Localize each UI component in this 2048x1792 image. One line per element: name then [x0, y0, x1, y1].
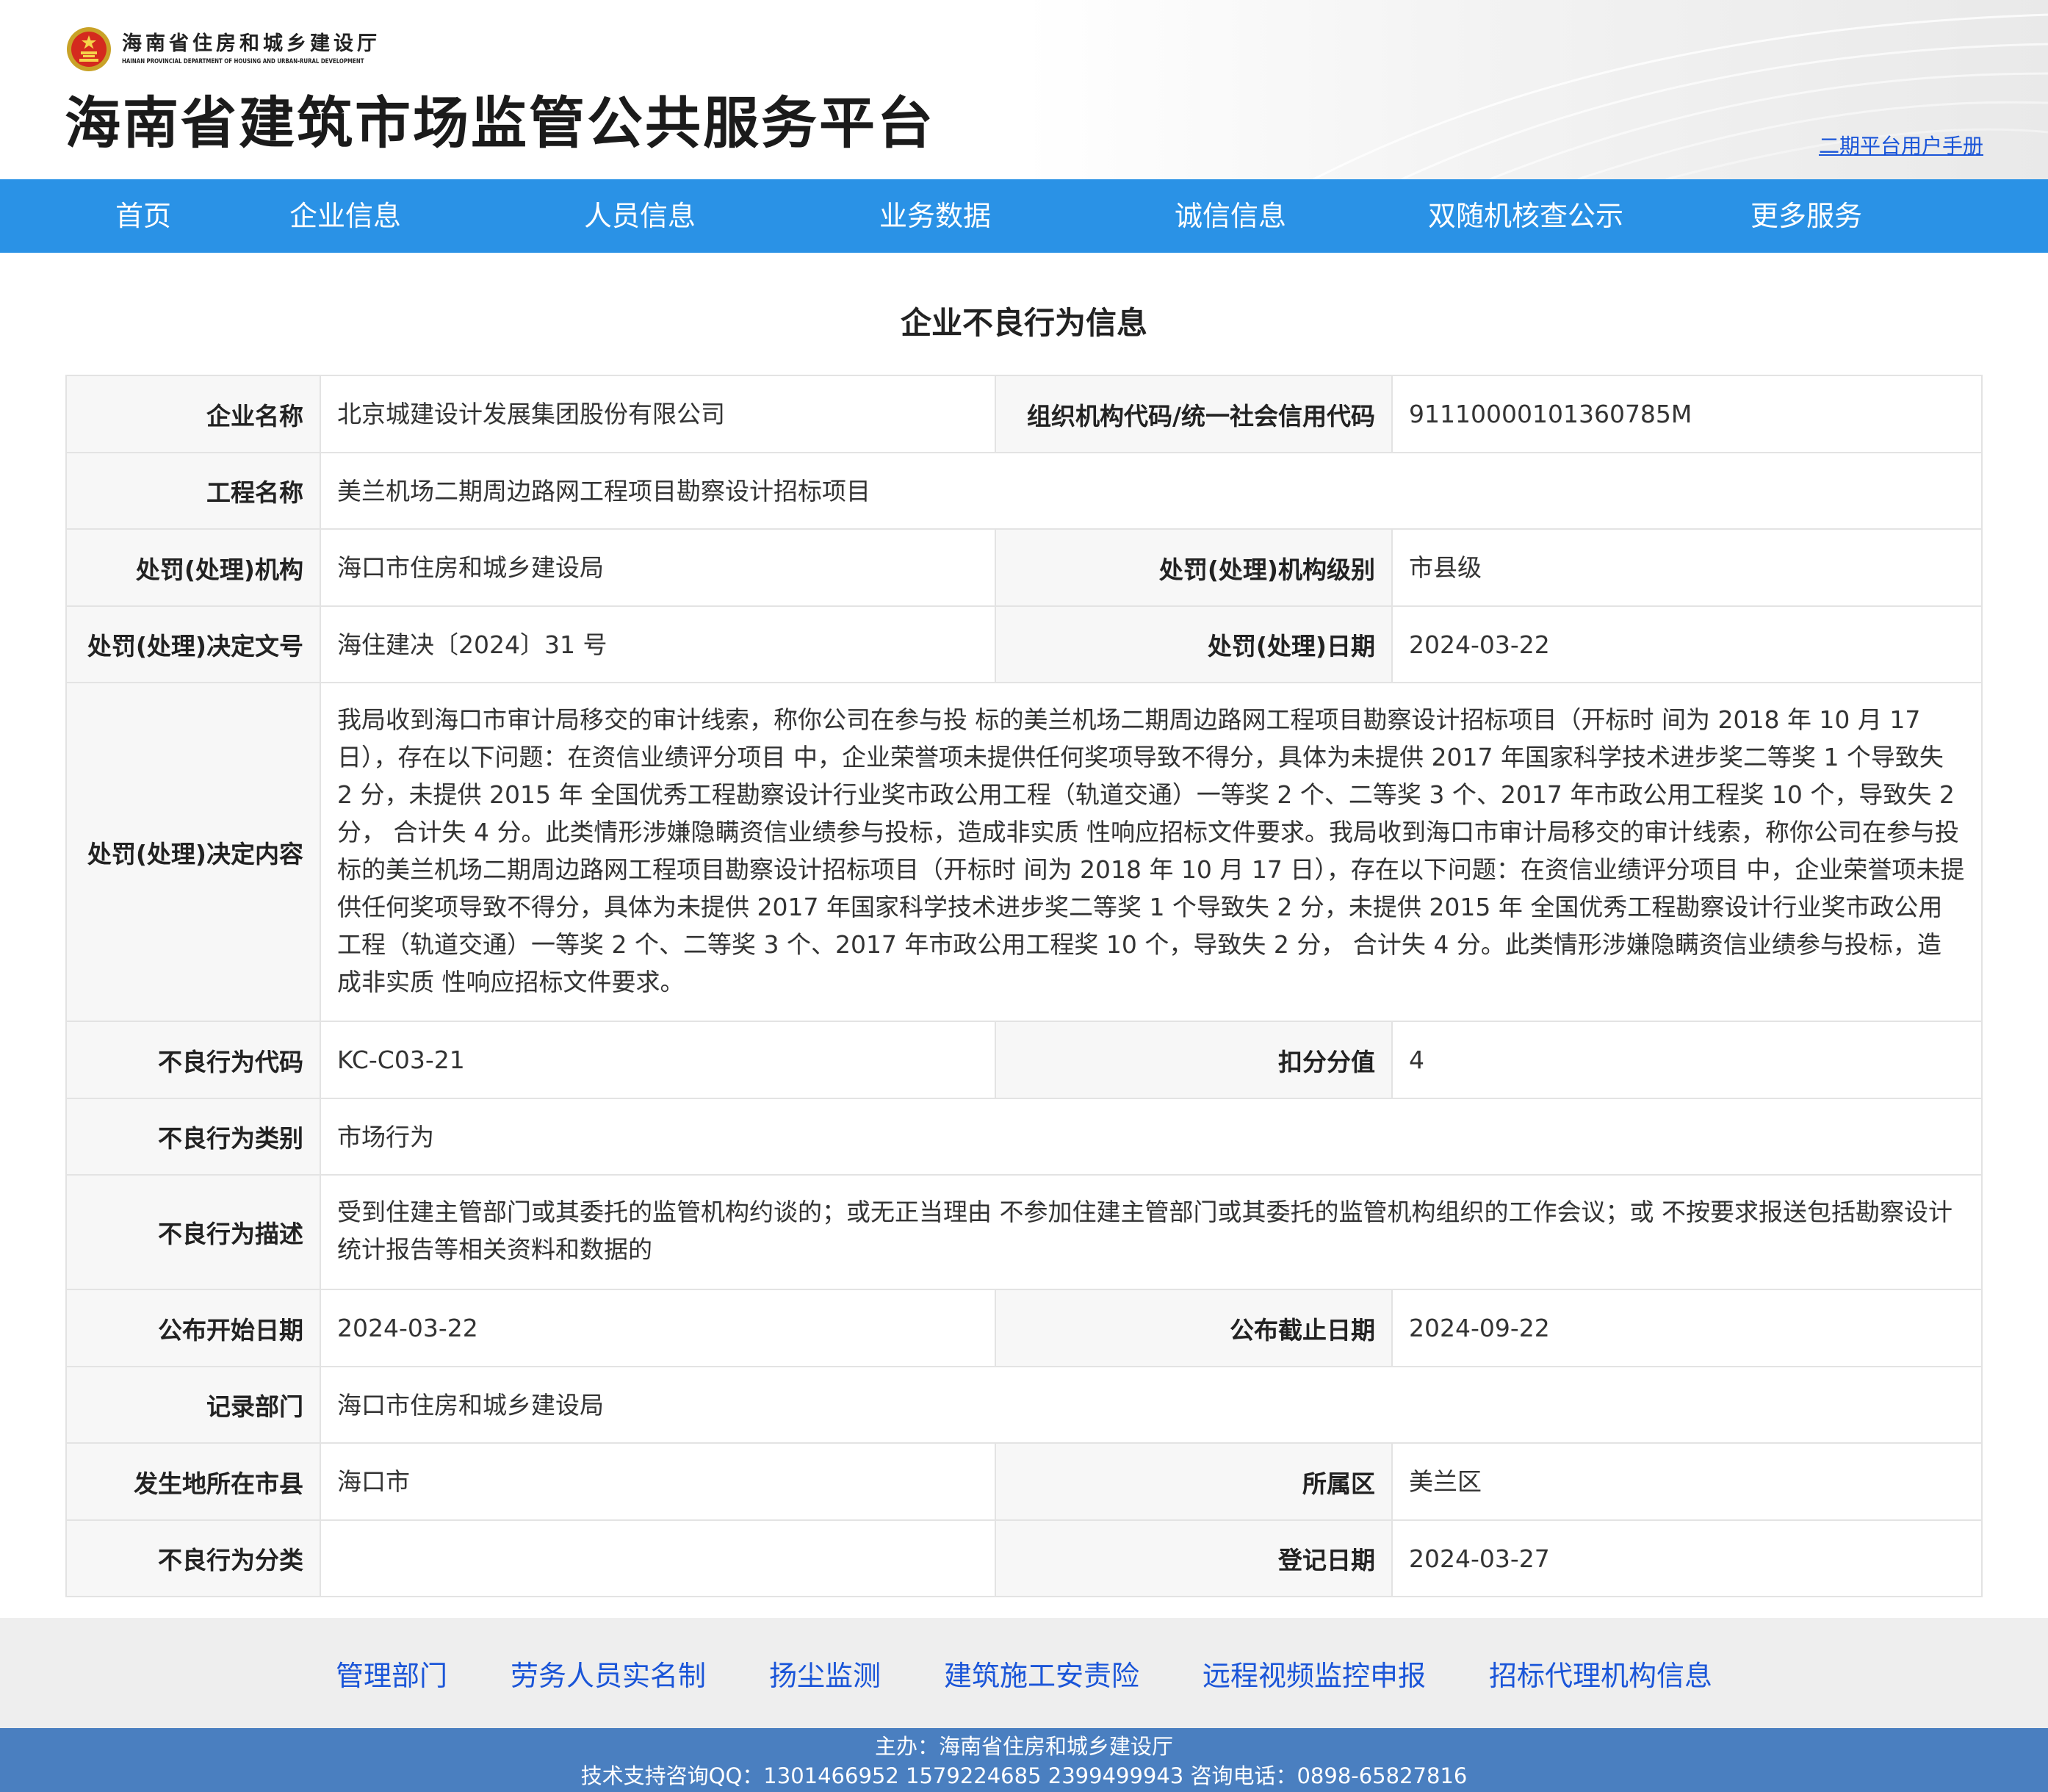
city-value: 海口市 [320, 1442, 996, 1521]
table-row: 不良行为代码 KC-C03-21 扣分分值 4 [65, 1021, 1983, 1099]
page-title: 企业不良行为信息 [900, 305, 1147, 341]
penalty-org-value: 海口市住房和城乡建设局 [320, 528, 996, 607]
org-code-label: 组织机构代码/统一社会信用代码 [995, 375, 1393, 453]
table-row: 公布开始日期 2024-03-22 公布截止日期 2024-09-22 [65, 1289, 1983, 1367]
table-row: 发生地所在市县 海口市 所属区 美兰区 [65, 1442, 1983, 1521]
nav-item-credit-info[interactable]: 诚信信息 [1157, 179, 1304, 253]
publish-end-value: 2024-09-22 [1391, 1289, 1983, 1367]
department-name-en: HAINAN PROVINCIAL DEPARTMENT OF HOUSING … [122, 58, 364, 65]
nav-item-company-info[interactable]: 企业信息 [272, 179, 419, 253]
nav-item-more-services[interactable]: 更多服务 [1733, 179, 1880, 253]
register-date-label: 登记日期 [995, 1519, 1393, 1597]
behavior-code-value: KC-C03-21 [320, 1021, 996, 1099]
publish-start-value: 2024-03-22 [320, 1289, 996, 1367]
main-nav: 首页 企业信息 人员信息 业务数据 诚信信息 双随机核查公示 更多服务 [0, 179, 2048, 253]
behavior-class-label: 不良行为分类 [65, 1519, 321, 1597]
sponsor-text: 主办：海南省住房和城乡建设厅 [874, 1734, 1173, 1759]
footer-link-labor-real-name[interactable]: 劳务人员实名制 [511, 1653, 706, 1694]
footer-link-dust-monitoring[interactable]: 扬尘监测 [769, 1653, 881, 1694]
table-row: 处罚(处理)决定内容 我局收到海口市审计局移交的审计线索，称你公司在参与投 标的… [65, 682, 1983, 1022]
nav-item-home[interactable]: 首页 [84, 179, 202, 253]
penalty-org-label: 处罚(处理)机构 [65, 528, 321, 607]
penalty-org-level-value: 市县级 [1391, 528, 1983, 607]
publish-start-label: 公布开始日期 [65, 1289, 321, 1367]
table-row: 处罚(处理)机构 海口市住房和城乡建设局 处罚(处理)机构级别 市县级 [65, 528, 1983, 607]
table-row: 企业名称 北京城建设计发展集团股份有限公司 组织机构代码/统一社会信用代码 91… [65, 375, 1983, 453]
company-name-label: 企业名称 [65, 375, 321, 453]
decision-content-label: 处罚(处理)决定内容 [65, 682, 321, 1022]
bad-behavior-detail-table: 企业名称 北京城建设计发展集团股份有限公司 组织机构代码/统一社会信用代码 91… [65, 375, 1983, 1597]
deduction-label: 扣分分值 [995, 1021, 1393, 1099]
district-label: 所属区 [995, 1442, 1393, 1521]
table-row: 不良行为描述 受到住建主管部门或其委托的监管机构约谈的；或无正当理由 不参加住建… [65, 1174, 1983, 1290]
publish-end-label: 公布截止日期 [995, 1289, 1393, 1367]
district-value: 美兰区 [1391, 1442, 1983, 1521]
nav-item-personnel-info[interactable]: 人员信息 [566, 179, 713, 253]
footer-link-safety-insurance[interactable]: 建筑施工安责险 [944, 1653, 1139, 1694]
register-date-value: 2024-03-27 [1391, 1519, 1983, 1597]
footer-link-bidding-agency[interactable]: 招标代理机构信息 [1489, 1653, 1712, 1694]
city-label: 发生地所在市县 [65, 1442, 321, 1521]
footer-links: 管理部门 劳务人员实名制 扬尘监测 建筑施工安责险 远程视频监控申报 招标代理机… [0, 1618, 2048, 1728]
decision-content-value: 我局收到海口市审计局移交的审计线索，称你公司在参与投 标的美兰机场二期周边路网工… [320, 682, 1983, 1022]
penalty-date-value: 2024-03-22 [1391, 605, 1983, 683]
behavior-desc-label: 不良行为描述 [65, 1174, 321, 1290]
user-manual-link[interactable]: 二期平台用户手册 [1819, 130, 1983, 159]
table-row: 不良行为类别 市场行为 [65, 1098, 1983, 1176]
table-row: 记录部门 海口市住房和城乡建设局 [65, 1366, 1983, 1444]
record-dept-value: 海口市住房和城乡建设局 [320, 1366, 1983, 1444]
department-logo-block: 海南省住房和城乡建设厅 HAINAN PROVINCIAL DEPARTMENT… [66, 26, 432, 72]
penalty-org-level-label: 处罚(处理)机构级别 [995, 528, 1393, 607]
project-name-value: 美兰机场二期周边路网工程项目勘察设计招标项目 [320, 452, 1983, 530]
site-title: 海南省建筑市场监管公共服务平台 [65, 90, 935, 156]
support-text: 技术支持咨询QQ：1301466952 1579224685 239949994… [580, 1763, 1468, 1788]
decision-doc-value: 海住建决〔2024〕31 号 [320, 605, 996, 683]
table-row: 处罚(处理)决定文号 海住建决〔2024〕31 号 处罚(处理)日期 2024-… [65, 605, 1983, 683]
footer-link-video-monitoring[interactable]: 远程视频监控申报 [1203, 1653, 1426, 1694]
nav-item-business-data[interactable]: 业务数据 [862, 179, 1009, 253]
behavior-type-label: 不良行为类别 [65, 1098, 321, 1176]
org-code-value: 91110000101360785M [1391, 375, 1983, 453]
penalty-date-label: 处罚(处理)日期 [995, 605, 1393, 683]
behavior-desc-value: 受到住建主管部门或其委托的监管机构约谈的；或无正当理由 不参加住建主管部门或其委… [320, 1174, 1983, 1290]
nav-item-random-check[interactable]: 双随机核查公示 [1408, 179, 1643, 253]
table-row: 不良行为分类 登记日期 2024-03-27 [65, 1519, 1983, 1597]
footer-link-admin-dept[interactable]: 管理部门 [336, 1653, 447, 1694]
copyright-bar: 主办：海南省住房和城乡建设厅 技术支持咨询QQ：1301466952 15792… [0, 1728, 2048, 1792]
behavior-class-value [320, 1519, 996, 1597]
table-row: 工程名称 美兰机场二期周边路网工程项目勘察设计招标项目 [65, 452, 1983, 530]
department-name-cn: 海南省住房和城乡建设厅 [122, 32, 381, 55]
deduction-value: 4 [1391, 1021, 1983, 1099]
site-header: 海南省住房和城乡建设厅 HAINAN PROVINCIAL DEPARTMENT… [0, 0, 2048, 179]
company-name-value: 北京城建设计发展集团股份有限公司 [320, 375, 996, 453]
national-emblem-icon [67, 27, 111, 71]
record-dept-label: 记录部门 [65, 1366, 321, 1444]
project-name-label: 工程名称 [65, 452, 321, 530]
decision-doc-label: 处罚(处理)决定文号 [65, 605, 321, 683]
behavior-type-value: 市场行为 [320, 1098, 1983, 1176]
behavior-code-label: 不良行为代码 [65, 1021, 321, 1099]
